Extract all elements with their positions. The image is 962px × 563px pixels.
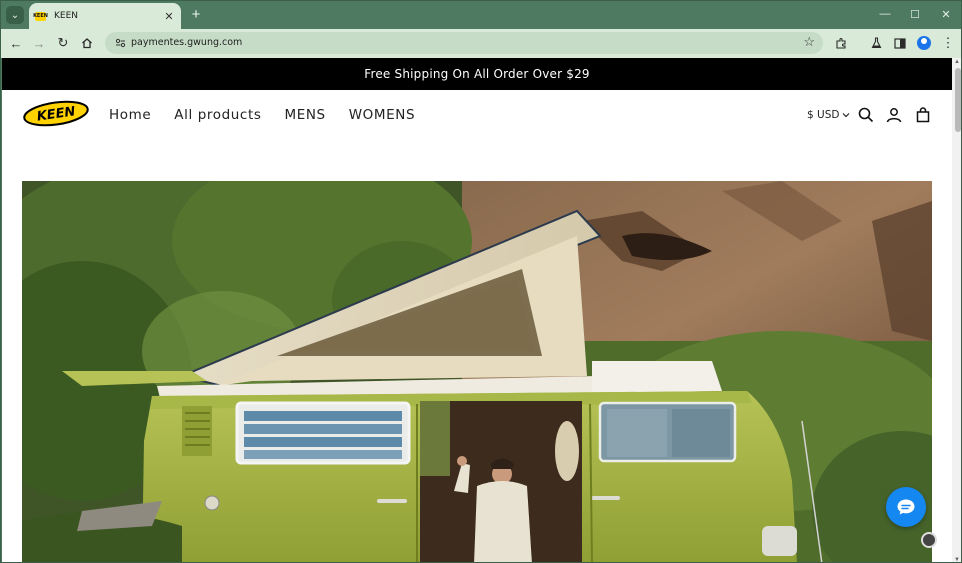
account-icon[interactable] [886, 107, 902, 123]
nav-mens[interactable]: MENS [284, 107, 325, 123]
sidebar-icon[interactable] [890, 33, 910, 53]
profile-icon[interactable] [917, 36, 931, 50]
labs-icon[interactable] [866, 33, 886, 53]
close-icon[interactable]: ✕ [162, 9, 176, 23]
browser-window: ⌄ KEEN KEEN ✕ + — ☐ ✕ ← → ↻ paymentes.gw… [0, 0, 962, 563]
site-info-icon[interactable] [112, 35, 128, 51]
page-viewport: Free Shipping On All Order Over $29 KEEN… [1, 58, 961, 562]
extensions-icon[interactable] [831, 33, 851, 53]
scroll-down-icon[interactable]: ▼ [954, 557, 960, 562]
hero-image[interactable] [22, 181, 932, 562]
back-icon[interactable]: ← [6, 33, 26, 53]
main-nav: Home All products MENS WOMENS [109, 107, 438, 123]
maximize-button[interactable]: ☐ [901, 5, 929, 23]
favicon-label: KEEN [33, 13, 48, 19]
keen-favicon-icon: KEEN [33, 11, 48, 21]
new-tab-icon[interactable]: + [187, 5, 205, 23]
chat-bubble-icon [897, 499, 915, 515]
address-bar[interactable]: paymentes.gwung.com ☆ [105, 32, 823, 54]
reload-icon[interactable]: ↻ [53, 33, 73, 53]
chevron-down-icon [843, 113, 850, 118]
close-window-button[interactable]: ✕ [932, 5, 960, 23]
url-text: paymentes.gwung.com [131, 37, 243, 48]
chat-button[interactable] [886, 487, 926, 527]
nav-home[interactable]: Home [109, 107, 151, 123]
browser-toolbar: ← → ↻ paymentes.gwung.com ☆ ⋮ [1, 29, 961, 58]
minimize-button[interactable]: — [871, 5, 899, 23]
hero-photo-van [22, 181, 932, 562]
site-header: KEEN Home All products MENS WOMENS $ USD [2, 90, 952, 148]
bookmark-star-icon[interactable]: ☆ [803, 34, 815, 50]
announcement-bar: Free Shipping On All Order Over $29 [2, 58, 952, 90]
scroll-up-icon[interactable]: ▲ [954, 59, 960, 65]
search-icon[interactable] [858, 107, 874, 123]
active-tab[interactable]: KEEN KEEN ✕ [29, 3, 181, 29]
nav-all-products[interactable]: All products [174, 107, 261, 123]
home-icon[interactable] [77, 33, 97, 53]
scroll-thumb[interactable] [955, 68, 961, 132]
forward-icon[interactable]: → [29, 33, 49, 53]
tab-strip: ⌄ KEEN KEEN ✕ + — ☐ ✕ [1, 1, 961, 29]
currency-label: $ USD [807, 109, 840, 121]
page-scrollbar[interactable]: ▲ ▼ [952, 58, 961, 562]
tab-title: KEEN [54, 11, 79, 21]
cart-icon[interactable] [915, 107, 931, 123]
menu-icon[interactable]: ⋮ [938, 33, 958, 53]
accessibility-widget-icon[interactable] [921, 532, 937, 548]
nav-womens[interactable]: WOMENS [349, 107, 415, 123]
tab-search-icon[interactable]: ⌄ [6, 6, 24, 24]
currency-selector[interactable]: $ USD [807, 109, 850, 121]
keen-logo[interactable]: KEEN [22, 100, 90, 127]
